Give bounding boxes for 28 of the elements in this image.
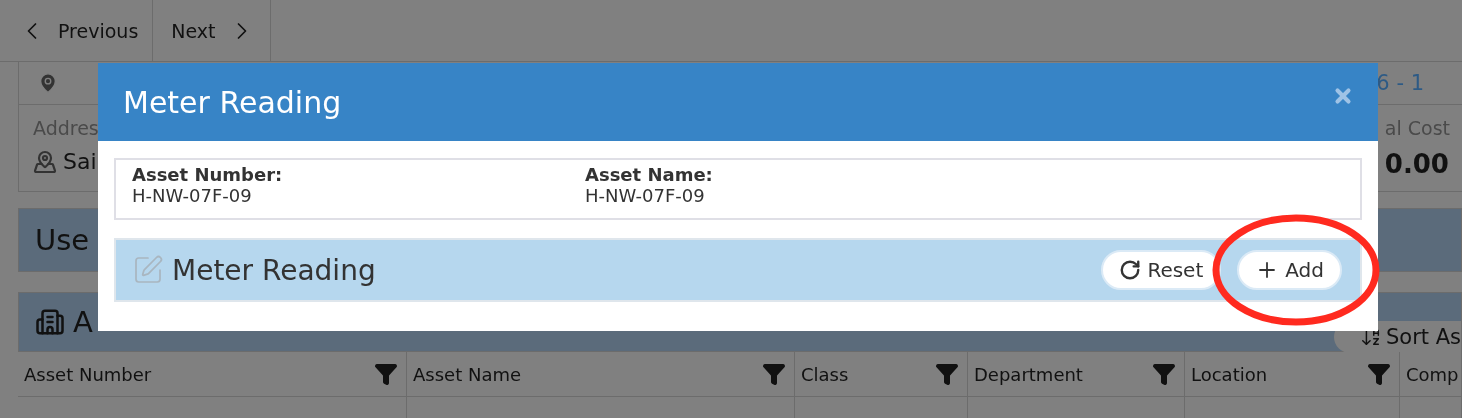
add-button[interactable]: Add xyxy=(1237,250,1342,290)
filter-icon[interactable] xyxy=(762,362,786,386)
filter-icon[interactable] xyxy=(1367,362,1391,386)
filter-icon[interactable] xyxy=(935,362,959,386)
cost-value: 0.00 xyxy=(1384,149,1450,179)
section-title: A xyxy=(73,305,93,339)
previous-button[interactable]: Previous xyxy=(0,0,154,61)
field-value: H-NW-07F-09 xyxy=(132,185,253,206)
filter-icon[interactable] xyxy=(1152,362,1176,386)
next-button[interactable]: Next xyxy=(153,0,271,61)
column-header[interactable]: Class xyxy=(801,363,849,385)
column-header[interactable]: Asset Name xyxy=(413,363,522,385)
filter-icon[interactable] xyxy=(374,362,398,386)
reload-icon xyxy=(1119,259,1142,281)
edit-icon xyxy=(132,254,164,286)
building-icon xyxy=(35,307,65,337)
field-value: H-NW-07F-09 xyxy=(585,185,706,206)
field-label: Asset Name: xyxy=(585,164,714,185)
column-header[interactable]: Comp xyxy=(1406,363,1459,385)
dialog-title: Meter Reading xyxy=(123,84,342,120)
section-title: Use xyxy=(35,223,90,257)
panel-title: Meter Reading xyxy=(172,253,376,287)
column-header[interactable]: Department xyxy=(974,363,1083,385)
column-header[interactable]: Asset Number xyxy=(24,363,152,385)
map-pin-icon xyxy=(33,149,57,174)
column-header[interactable]: Location xyxy=(1191,363,1268,385)
address-text: Sai xyxy=(63,149,97,174)
field-label: Asset Number: xyxy=(132,164,284,185)
